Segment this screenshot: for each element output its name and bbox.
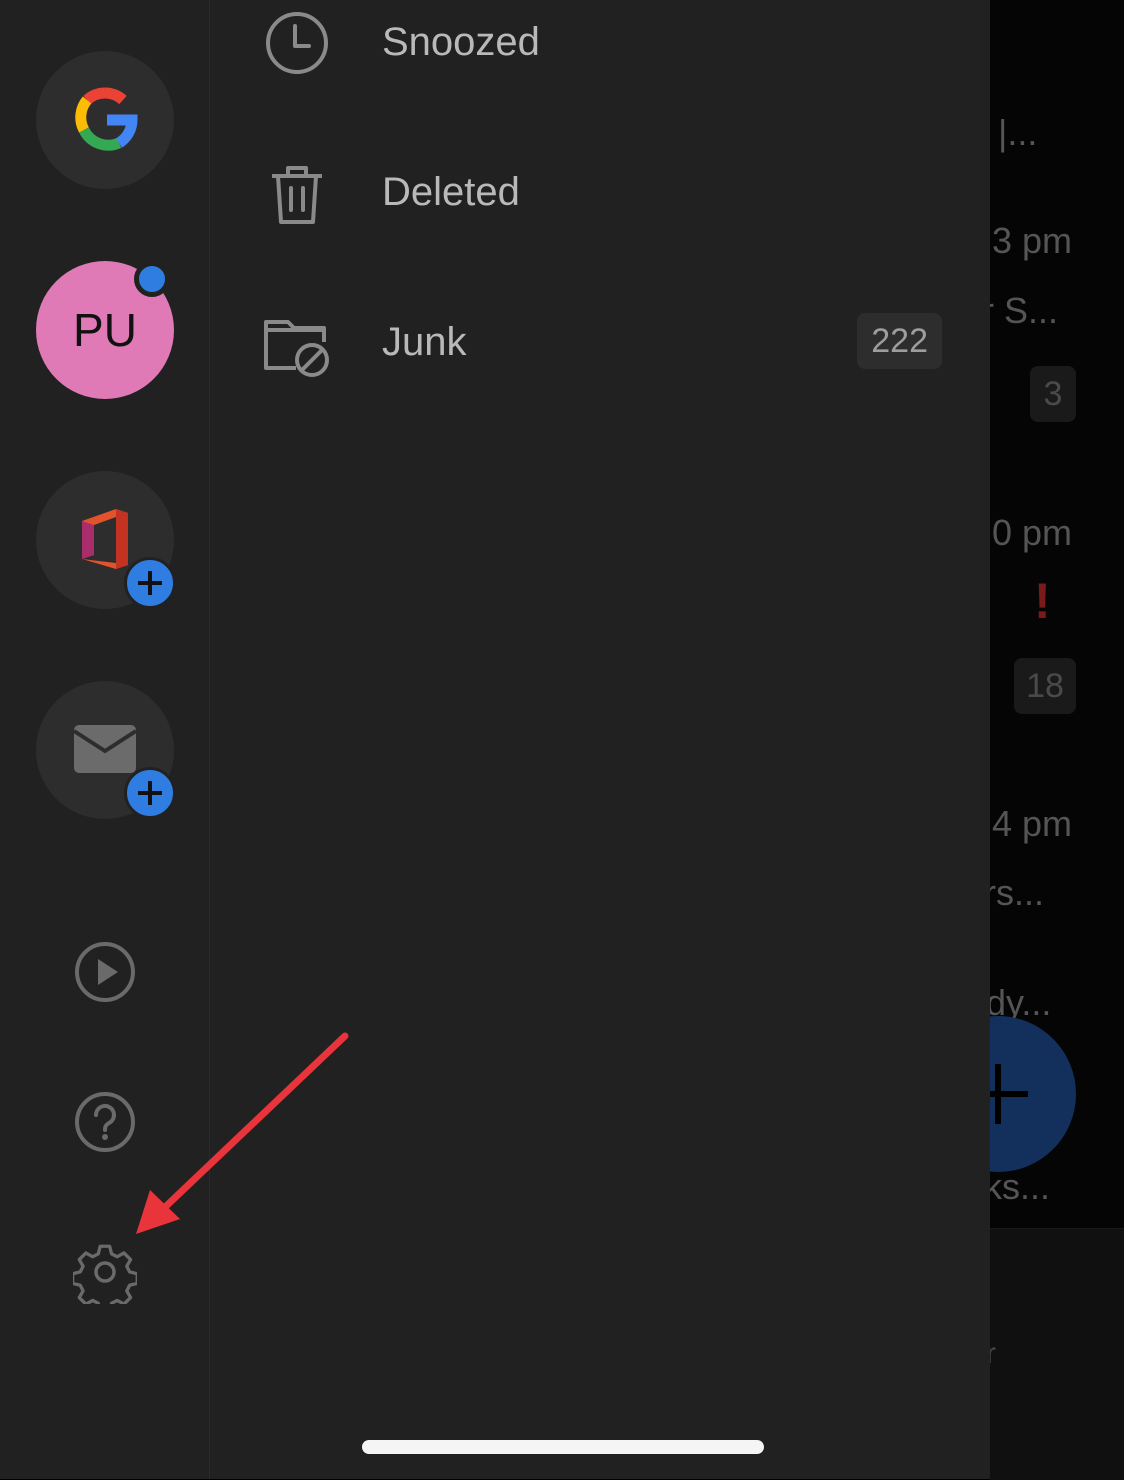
bg-fragment: s |... — [990, 112, 1038, 153]
add-badge — [124, 557, 176, 609]
background-tab-bar: r — [986, 1228, 1124, 1480]
trash-icon — [272, 166, 322, 224]
bg-badge: 18 — [1014, 658, 1076, 714]
junk-count-badge: 222 — [857, 313, 942, 369]
important-icon: ! — [1034, 573, 1051, 629]
folder-list: Snoozed Deleted Junk 222 — [210, 0, 990, 1479]
plus-icon — [138, 571, 162, 595]
add-office-account-button[interactable] — [36, 471, 176, 609]
pu-account-button[interactable]: PU — [36, 261, 174, 399]
bg-fragment: rs... — [990, 872, 1044, 913]
clock-icon — [266, 12, 328, 74]
bg-fragment: 4 pm — [992, 803, 1073, 844]
account-rail: PU — [0, 0, 210, 1479]
unread-dot — [134, 261, 170, 297]
folder-row-snoozed[interactable]: Snoozed — [210, 0, 990, 98]
play-icon[interactable] — [73, 940, 137, 1004]
home-indicator — [362, 1440, 764, 1454]
plus-icon — [138, 781, 162, 805]
bg-fragment: r S... — [990, 290, 1059, 331]
junk-folder-icon — [264, 320, 329, 377]
google-account-button[interactable] — [36, 51, 174, 189]
bg-fragment: ks... — [990, 1166, 1051, 1207]
bg-badge: 3 — [1030, 366, 1076, 422]
help-icon[interactable] — [73, 1090, 137, 1154]
folder-label: Deleted — [382, 170, 520, 214]
bg-fragment: 3 pm — [992, 220, 1073, 261]
folder-row-junk[interactable]: Junk 222 — [210, 298, 990, 398]
add-mail-account-button[interactable] — [36, 681, 176, 819]
folder-label: Junk — [382, 320, 467, 364]
account-initials: PU — [73, 304, 137, 356]
add-badge — [124, 767, 176, 819]
folder-row-deleted[interactable]: Deleted — [210, 148, 990, 248]
google-logo-icon — [75, 87, 138, 151]
bg-fragment: 0 pm — [992, 512, 1073, 553]
folder-label: Snoozed — [382, 20, 540, 64]
gear-icon[interactable] — [73, 1240, 137, 1304]
